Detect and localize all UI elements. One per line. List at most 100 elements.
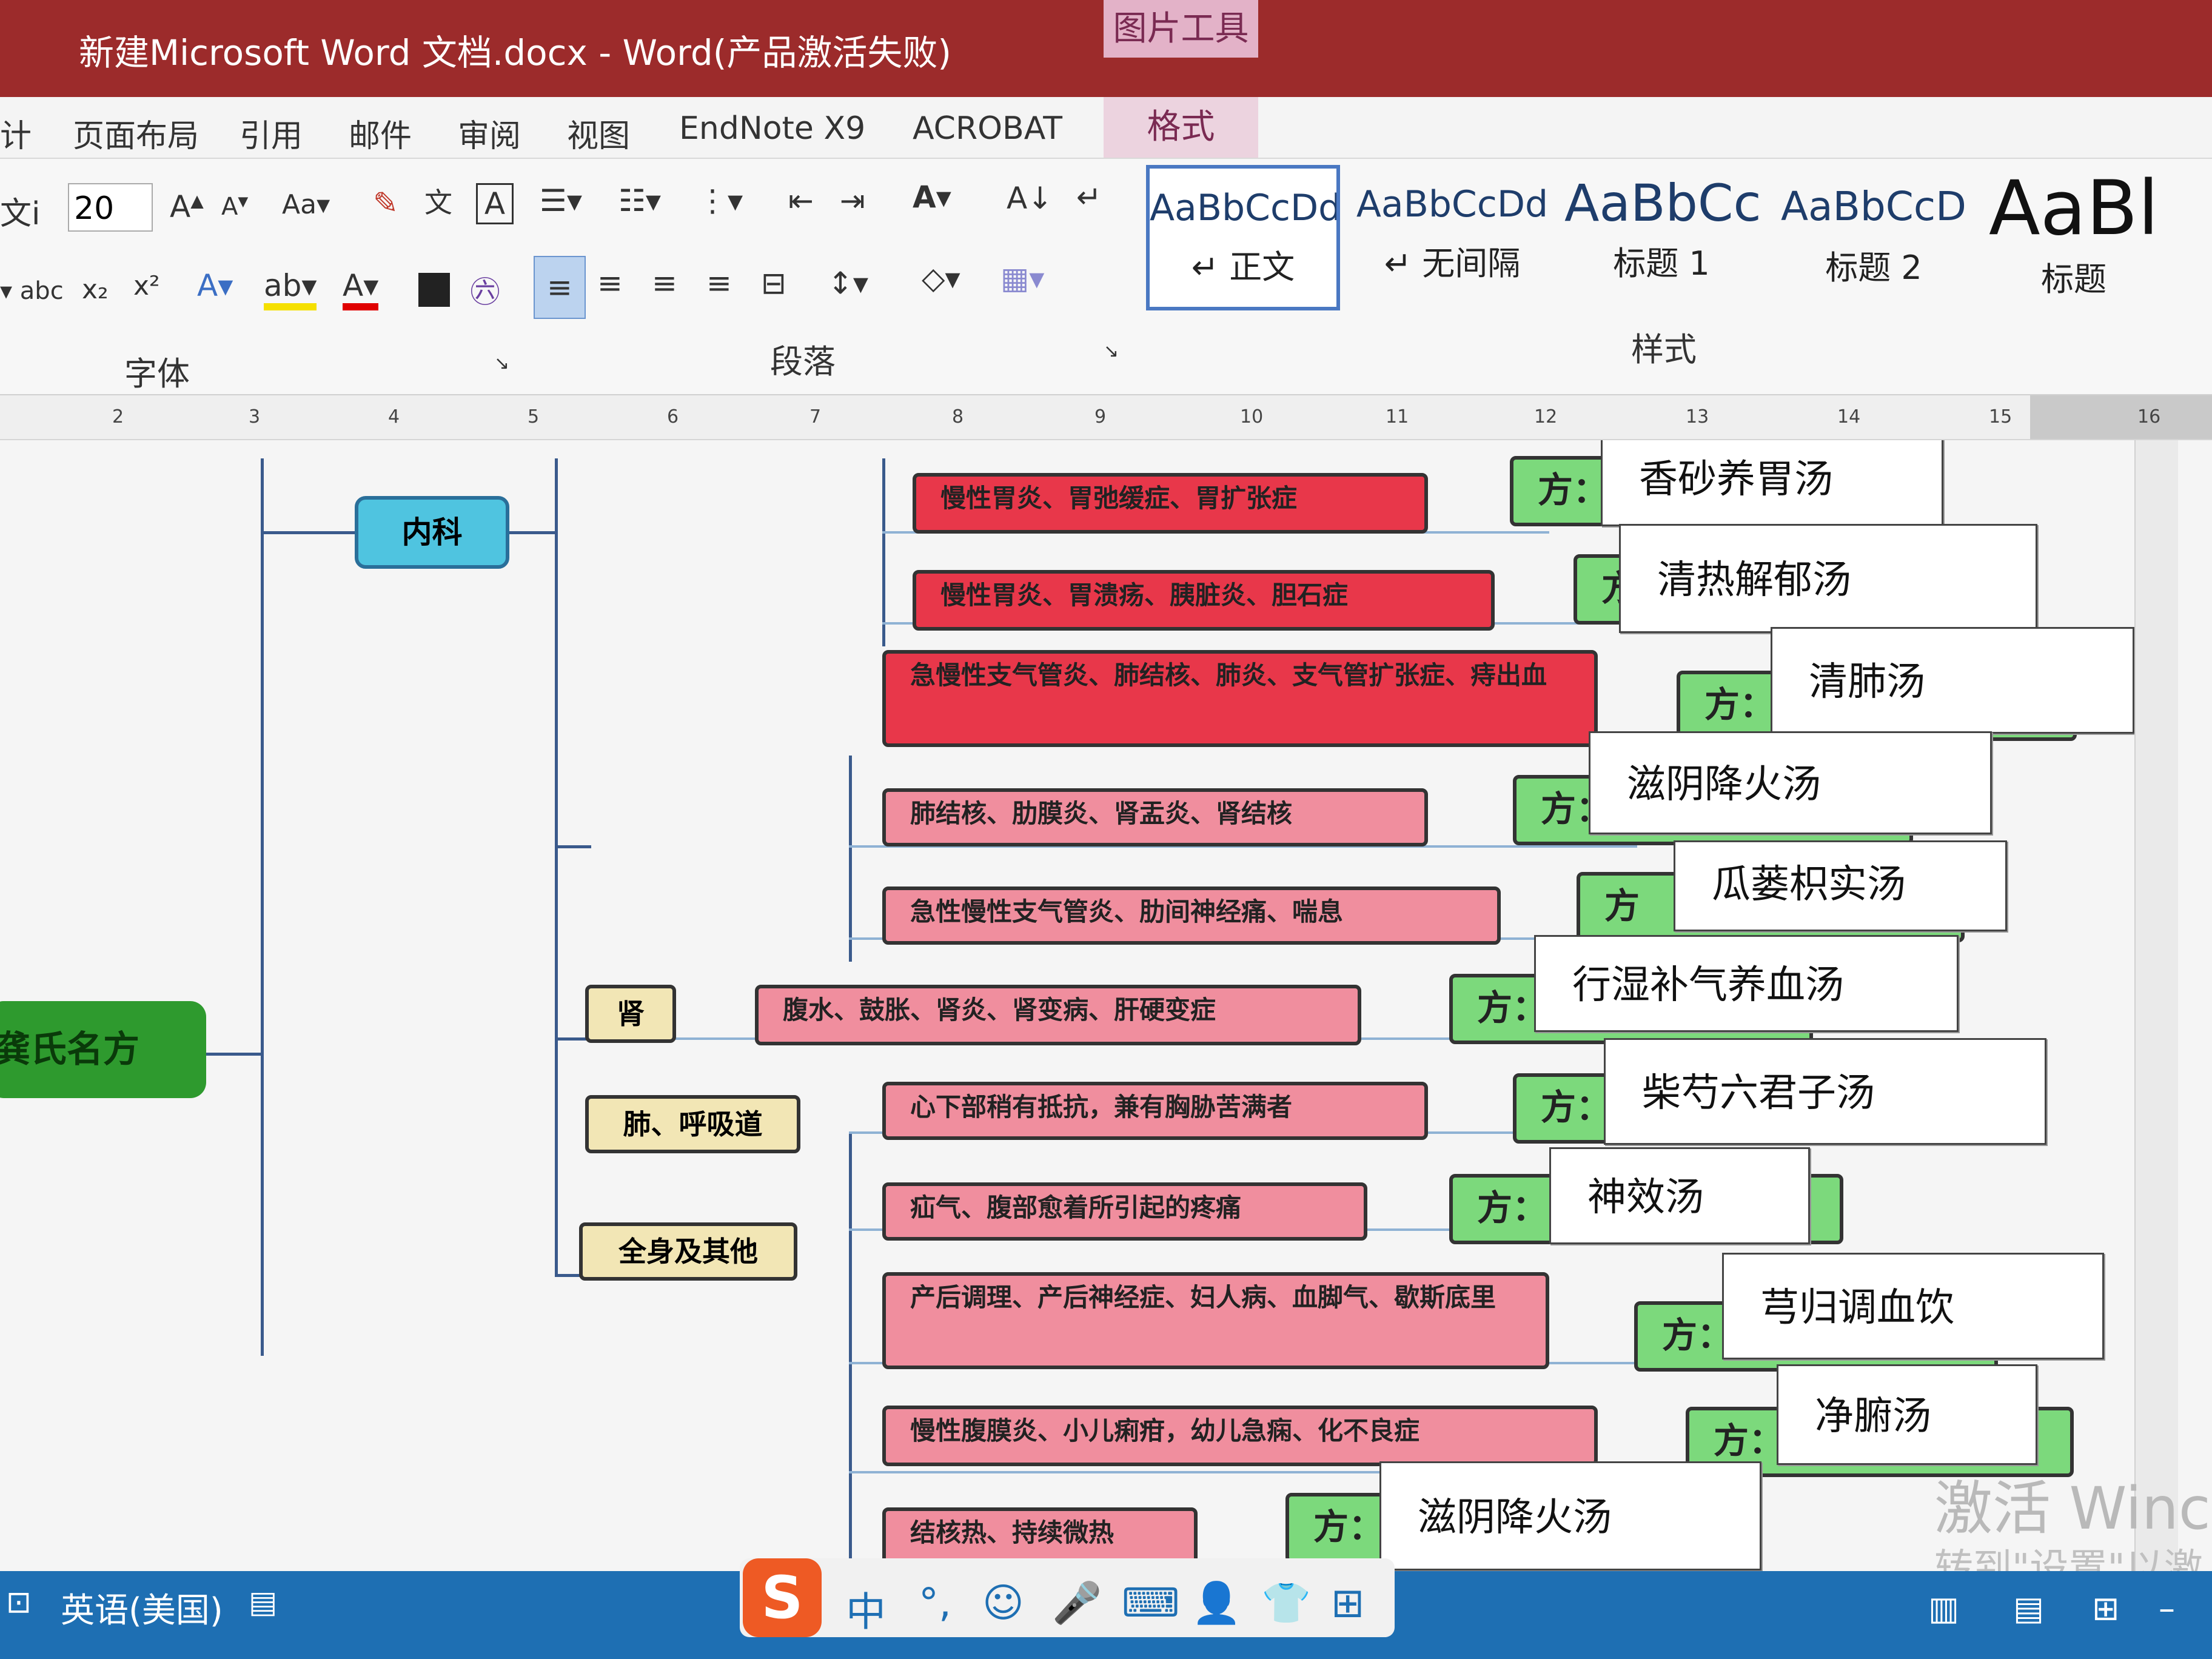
zoom-out-icon[interactable]: – bbox=[2159, 1589, 2175, 1627]
prescription-box[interactable]: 净腑汤 bbox=[1777, 1364, 2037, 1465]
prescription-box[interactable]: 瓜蒌枳实汤 bbox=[1674, 840, 2007, 931]
prescription-box[interactable]: 滋阴降火汤 bbox=[1379, 1461, 1761, 1570]
prescription-box[interactable]: 香砂养胃汤 bbox=[1601, 440, 1943, 526]
style-heading-2[interactable]: AaBbCcD 标题 2 bbox=[1777, 165, 1971, 310]
line-spacing-icon[interactable]: ↕▾ bbox=[828, 266, 868, 301]
vertical-scrollbar[interactable] bbox=[2134, 440, 2178, 1571]
prescription-box[interactable]: 清肺汤 bbox=[1771, 627, 2134, 734]
ime-mode-chinese[interactable]: 中 bbox=[846, 1580, 886, 1638]
tab-design[interactable]: 计 bbox=[0, 110, 32, 156]
grow-font-icon[interactable]: A▲ bbox=[170, 189, 204, 224]
ruler-number: 4 bbox=[388, 406, 400, 427]
shading-icon[interactable]: ◇▾ bbox=[922, 261, 960, 296]
align-center-icon[interactable]: ≡ bbox=[597, 266, 623, 301]
print-layout-icon[interactable]: ▤ bbox=[2013, 1589, 2044, 1627]
symptom-node[interactable]: 腹水、鼓胀、肾炎、肾变病、肝硬变症 bbox=[755, 985, 1361, 1045]
symptom-node[interactable]: 肺结核、肋膜炎、肾盂炎、肾结核 bbox=[882, 788, 1428, 846]
font-name-box[interactable]: 文i bbox=[0, 188, 40, 233]
prescription-box[interactable]: 柴芍六君子汤 bbox=[1604, 1038, 2046, 1145]
bullets-icon[interactable]: ☰▾ bbox=[540, 183, 582, 218]
category-respiratory[interactable]: 肺、呼吸道 bbox=[585, 1095, 800, 1153]
tab-mailings[interactable]: 邮件 bbox=[349, 110, 412, 156]
increase-indent-icon[interactable]: ⇥ bbox=[840, 183, 865, 218]
prescription-box[interactable]: 芎归调血饮 bbox=[1722, 1253, 2104, 1359]
style-no-spacing[interactable]: AaBbCcDd ↵ 无间隔 bbox=[1355, 165, 1549, 310]
align-left-icon[interactable]: ≡ bbox=[534, 256, 586, 319]
tab-endnote[interactable]: EndNote X9 bbox=[679, 110, 865, 147]
style-title[interactable]: AaBl 标题 bbox=[1983, 165, 2165, 310]
show-marks-icon[interactable]: ↵ bbox=[1076, 179, 1102, 215]
symptom-node[interactable]: 急性慢性支气管炎、肋间神经痛、喘息 bbox=[882, 886, 1501, 945]
symptom-node[interactable]: 心下部稍有抵抗，兼有胸胁苦满者 bbox=[882, 1082, 1428, 1140]
document-title: 新建Microsoft Word 文档.docx - Word(产品激活失败) bbox=[79, 32, 951, 73]
font-color-icon[interactable]: A▾ bbox=[343, 268, 379, 310]
change-case-icon[interactable]: Aa▾ bbox=[282, 189, 330, 220]
connector-line bbox=[849, 1131, 852, 1571]
read-mode-icon[interactable]: ▥ bbox=[1928, 1589, 1959, 1627]
tab-view[interactable]: 视图 bbox=[567, 110, 630, 156]
tab-review[interactable]: 审阅 bbox=[458, 110, 521, 156]
font-size-box[interactable]: 20 bbox=[68, 183, 153, 232]
phonetic-guide-icon[interactable]: 文 bbox=[424, 181, 452, 221]
toolbox-icon[interactable]: ⊞ bbox=[1331, 1580, 1364, 1626]
voice-input-icon[interactable]: 🎤 bbox=[1052, 1580, 1102, 1627]
symptom-node[interactable]: 产后调理、产后神经症、妇人病、血脚气、歇斯底里 bbox=[882, 1272, 1549, 1369]
mindmap-dept-internal[interactable]: 内科 bbox=[355, 496, 509, 569]
style-heading-1[interactable]: AaBbCc 标题 1 bbox=[1564, 165, 1758, 310]
document-canvas[interactable]: 龚氏名方 内科 肺、呼吸道 肾 全身及其他 慢性胃炎、胃弛缓症、胃扩张症 慢性胃… bbox=[0, 440, 2212, 1571]
proofing-icon[interactable]: ⊡ bbox=[6, 1584, 32, 1620]
style-heading-1-name: 标题 1 bbox=[1613, 244, 1710, 283]
skin-icon[interactable]: 👕 bbox=[1261, 1580, 1311, 1627]
mindmap-root[interactable]: 龚氏名方 bbox=[0, 1001, 206, 1098]
emoji-icon[interactable]: ☺ bbox=[982, 1580, 1024, 1626]
clear-formatting-icon[interactable]: ✎ bbox=[373, 186, 398, 221]
category-whole-body[interactable]: 全身及其他 bbox=[579, 1222, 797, 1281]
decrease-indent-icon[interactable]: ⇤ bbox=[788, 183, 814, 218]
symptom-node[interactable]: 急慢性支气管炎、肺结核、肺炎、支气管扩张症、痔出血 bbox=[882, 650, 1598, 747]
shrink-font-icon[interactable]: A▼ bbox=[221, 193, 248, 221]
horizontal-ruler[interactable]: 2 3 4 5 6 7 8 9 10 11 12 13 14 15 16 bbox=[0, 395, 2212, 440]
style-heading-1-sample: AaBbCc bbox=[1564, 173, 1758, 233]
multilevel-list-icon[interactable]: ⋮▾ bbox=[697, 183, 743, 218]
keyboard-icon[interactable]: ⌨ bbox=[1122, 1580, 1179, 1626]
punctuation-icon[interactable]: °, bbox=[919, 1580, 951, 1626]
prescription-box[interactable]: 神效汤 bbox=[1549, 1147, 1810, 1244]
sogou-ime-logo[interactable]: S bbox=[743, 1558, 822, 1637]
text-effects-icon[interactable]: A▾ bbox=[197, 268, 233, 303]
chinese-layout-icon[interactable]: A▾ bbox=[913, 179, 951, 215]
character-border-icon[interactable]: A bbox=[476, 183, 514, 224]
prescription-box[interactable]: 滋阴降火汤 bbox=[1589, 731, 1992, 834]
ruler-number: 14 bbox=[1837, 406, 1861, 427]
style-normal[interactable]: AaBbCcDd ↵ 正文 bbox=[1146, 165, 1340, 310]
distributed-icon[interactable]: ⊟ bbox=[761, 266, 786, 301]
tab-page-layout[interactable]: 页面布局 bbox=[73, 110, 199, 156]
web-layout-icon[interactable]: ⊞ bbox=[2092, 1589, 2119, 1627]
paragraph-dialog-launcher-icon[interactable]: ↘ bbox=[1104, 341, 1119, 362]
user-icon[interactable]: 👤 bbox=[1191, 1580, 1241, 1627]
prescription-box[interactable]: 行湿补气养血汤 bbox=[1534, 935, 1959, 1032]
prescription-box[interactable]: 清热解郁汤 bbox=[1619, 524, 2037, 633]
borders-icon[interactable]: ▦▾ bbox=[1000, 261, 1044, 296]
strikethrough-icon[interactable]: ▾ abc bbox=[0, 277, 64, 305]
language-indicator[interactable]: 英语(美国) bbox=[61, 1583, 223, 1632]
symptom-node[interactable]: 慢性腹膜炎、小儿痢疳，幼儿急痫、化不良症 bbox=[882, 1406, 1598, 1466]
justify-icon[interactable]: ≡ bbox=[706, 266, 732, 301]
category-kidney[interactable]: 肾 bbox=[585, 985, 676, 1043]
enclose-character-icon[interactable]: ㊅ bbox=[470, 268, 500, 312]
numbering-icon[interactable]: ☷▾ bbox=[618, 183, 661, 218]
subscript-icon[interactable]: x₂ bbox=[82, 274, 109, 305]
sort-icon[interactable]: A↓ bbox=[1007, 181, 1053, 216]
character-shading-icon[interactable] bbox=[418, 273, 450, 307]
font-dialog-launcher-icon[interactable]: ↘ bbox=[494, 353, 509, 374]
align-right-icon[interactable]: ≡ bbox=[652, 266, 677, 301]
connector-line bbox=[555, 845, 591, 848]
tab-picture-format[interactable]: 格式 bbox=[1104, 97, 1258, 158]
symptom-node[interactable]: 慢性胃炎、胃溃疡、胰脏炎、胆石症 bbox=[913, 570, 1495, 631]
symptom-node[interactable]: 慢性胃炎、胃弛缓症、胃扩张症 bbox=[913, 473, 1428, 534]
highlight-icon[interactable]: ab▾ bbox=[264, 268, 317, 310]
superscript-icon[interactable]: x² bbox=[133, 270, 160, 301]
symptom-node[interactable]: 疝气、腹部愈着所引起的疼痛 bbox=[882, 1182, 1367, 1241]
macro-record-icon[interactable]: ▤ bbox=[249, 1584, 277, 1620]
tab-acrobat[interactable]: ACROBAT bbox=[913, 110, 1062, 147]
tab-references[interactable]: 引用 bbox=[240, 110, 303, 156]
